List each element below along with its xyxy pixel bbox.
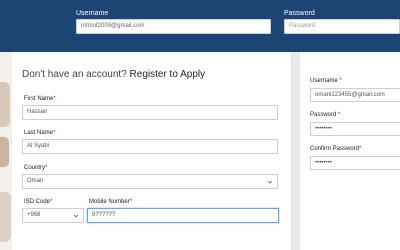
photo-shape [0, 137, 9, 167]
account-password-label-text: Password [310, 112, 337, 118]
confirm-password-input[interactable]: •••••••• [310, 156, 400, 170]
photo-shape [0, 82, 10, 127]
account-username-label-text: Username [310, 78, 338, 84]
required-mark: * [339, 78, 342, 84]
account-form: Username * omani123455@gmail.com Passwor… [300, 52, 400, 250]
first-name-label-text: First Name [24, 96, 54, 102]
required-mark: * [129, 199, 133, 205]
isd-code-label: ISD Code* [24, 199, 52, 205]
first-name-input[interactable]: Hassan [22, 105, 278, 120]
login-username-label: Username [76, 10, 109, 17]
account-username-label: Username * [310, 78, 342, 84]
mobile-number-input[interactable]: 9?????? [87, 208, 279, 223]
login-password-label: Password [284, 10, 315, 17]
chevron-down-icon [267, 180, 273, 184]
login-username-input[interactable]: mtmot2009@gmail.com [76, 19, 271, 34]
last-name-input[interactable]: Al Syabi [22, 139, 278, 154]
required-mark: * [359, 146, 362, 152]
required-mark: * [50, 199, 53, 205]
country-label-text: Country [24, 165, 46, 171]
account-username-input[interactable]: omani123455@gmail.com [310, 88, 400, 102]
required-mark: * [45, 165, 48, 171]
register-heading-prefix: Don't have an account? [22, 69, 127, 80]
account-password-label: Password * [310, 112, 340, 118]
country-select-value: Oman [27, 178, 44, 184]
isd-code-value: +968 [27, 212, 41, 218]
last-name-label-text: Last Name [24, 130, 54, 136]
confirm-password-label-text: Confirm Password [310, 146, 360, 152]
isd-code-label-text: ISD Code [24, 199, 51, 205]
required-mark: * [338, 112, 341, 118]
required-mark: * [53, 96, 56, 102]
register-link[interactable]: Register to Apply [130, 69, 206, 80]
register-heading: Don't have an account? Register to Apply [22, 69, 205, 80]
account-password-input[interactable]: •••••••• [310, 122, 400, 136]
mobile-number-label-text: Mobile Number [89, 199, 130, 205]
last-name-label: Last Name* [24, 130, 55, 136]
registration-form: Don't have an account? Register to Apply… [12, 52, 292, 250]
chevron-down-icon [73, 214, 79, 218]
top-login-bar: Username mtmot2009@gmail.com Password Pa… [0, 0, 400, 52]
login-password-input[interactable]: Password [284, 19, 400, 34]
isd-code-select[interactable]: +968 [22, 208, 84, 223]
country-select[interactable]: Oman [22, 174, 278, 189]
first-name-label: First Name* [24, 96, 56, 102]
required-mark: * [53, 130, 56, 136]
country-label: Country* [24, 165, 47, 171]
photo-shape [0, 192, 11, 242]
background-photo [0, 52, 12, 250]
mobile-number-label: Mobile Number* [89, 199, 132, 205]
confirm-password-label: Confirm Password* [310, 146, 361, 152]
